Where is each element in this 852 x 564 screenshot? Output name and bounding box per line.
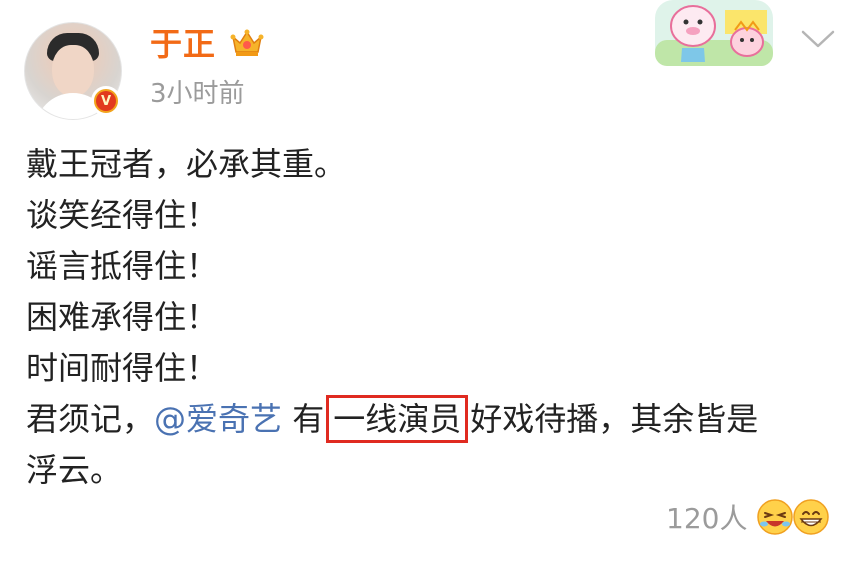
post-line-6-prefix: 君须记， <box>26 400 155 438</box>
weibo-post-card: V 于正 3小时前 戴王冠者，必承其重。 谈笑经得住！ 谣言抵得住！ 困难承得住… <box>0 0 852 564</box>
chevron-down-icon[interactable] <box>800 28 836 50</box>
verified-badge-icon: V <box>91 86 121 116</box>
grinning-emoji-icon <box>793 499 829 535</box>
post-line-6: 君须记，@爱奇艺 有一线演员 好戏待播，其余皆是 <box>26 394 836 445</box>
post-body: 戴王冠者，必承其重。 谈笑经得住！ 谣言抵得住！ 困难承得住！ 时间耐得住！ 君… <box>26 139 836 496</box>
post-line-7: 浮云。 <box>26 451 123 489</box>
highlighted-text: 一线演员 <box>326 395 469 443</box>
crown-icon <box>230 29 264 56</box>
post-line-4: 困难承得住！ <box>26 298 219 336</box>
post-line-5: 时间耐得住！ <box>26 349 219 387</box>
post-line-1: 戴王冠者，必承其重。 <box>26 145 347 183</box>
post-line-6-middle: 有 <box>282 400 325 438</box>
card-decoration-image <box>655 0 773 66</box>
post-time: 3小时前 <box>150 79 245 109</box>
laughing-emoji-icon <box>757 499 793 535</box>
avatar-face <box>52 45 94 97</box>
post-line-2: 谈笑经得住！ <box>26 196 219 234</box>
verified-badge-glyph: V <box>96 91 116 111</box>
post-line-3: 谣言抵得住！ <box>26 247 219 285</box>
post-line-6-suffix: 好戏待播，其余皆是 <box>470 400 759 438</box>
user-name[interactable]: 于正 <box>150 24 216 64</box>
like-count[interactable]: 120人 <box>666 499 747 539</box>
mention-link[interactable]: @爱奇艺 <box>154 400 282 438</box>
